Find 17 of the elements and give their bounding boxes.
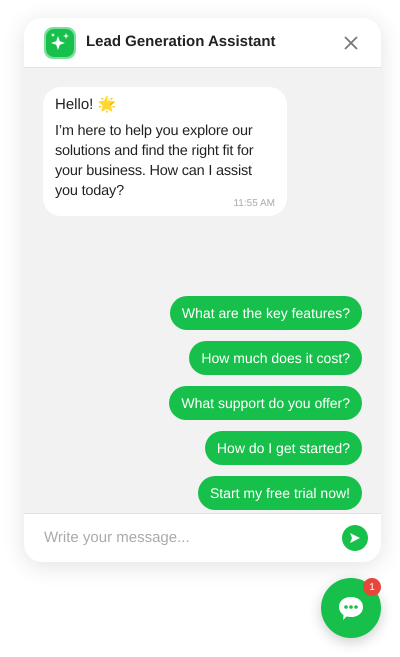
close-icon: [343, 34, 359, 50]
message-text: I’m here to help you explore our solutions and find the right fit for your business. How can I assist you today?: [55, 122, 254, 199]
message-input[interactable]: Write your message...: [44, 526, 342, 550]
quick-reply-button[interactable]: What support do you offer?: [169, 386, 362, 420]
quick-reply-button[interactable]: What are the key features?: [170, 296, 362, 330]
notification-badge: 1: [363, 578, 381, 596]
greeting-text: Hello! 🌟: [55, 95, 118, 115]
quick-reply-button[interactable]: How do I get started?: [204, 431, 362, 465]
quick-reply-button[interactable]: Start my free trial now!: [198, 476, 362, 510]
quick-reply-button[interactable]: How much does it cost?: [189, 341, 362, 375]
message-time: 11:55 AM: [233, 198, 275, 210]
sparkle-icon: [44, 26, 76, 58]
send-button[interactable]: [342, 525, 368, 551]
send-icon: [349, 532, 361, 544]
speech-bubble-icon: [337, 594, 365, 622]
message-field[interactable]: Write your message...: [24, 513, 381, 562]
header-title: Lead Generation Assistant: [86, 32, 276, 52]
